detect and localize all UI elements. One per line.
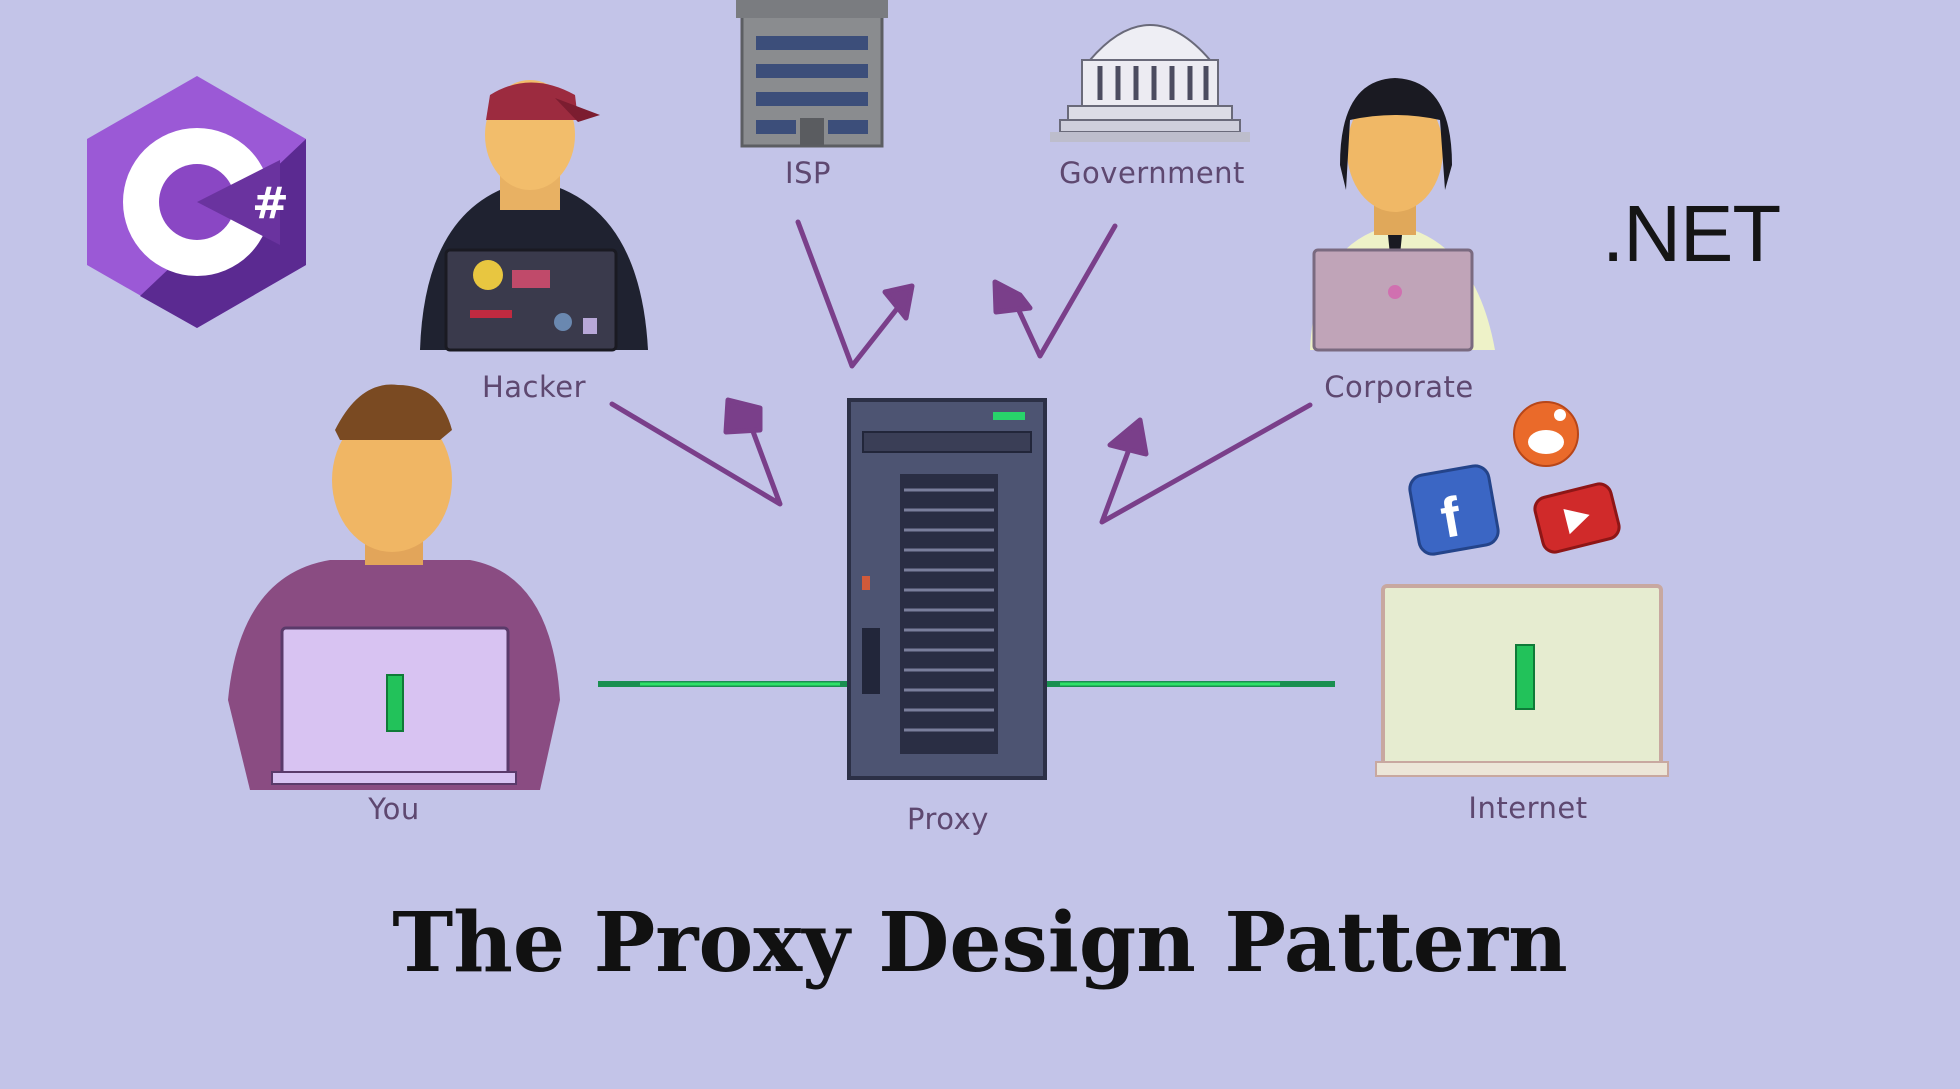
you-figure: [228, 384, 560, 790]
csharp-logo: #: [87, 76, 306, 328]
reddit-icon: [1513, 401, 1579, 467]
dotnet-logo: .NET: [1602, 189, 1781, 278]
government-arrow: [1012, 223, 1118, 359]
proxy-server: [847, 398, 1047, 780]
label-proxy: Proxy: [907, 802, 989, 836]
label-isp: ISP: [785, 156, 831, 190]
corporate-figure: [1310, 78, 1495, 352]
label-hacker: Hacker: [481, 370, 587, 404]
label-internet: Internet: [1468, 791, 1588, 825]
label-government: Government: [1059, 156, 1245, 190]
government-arrow-head: [992, 279, 1033, 315]
hacker-figure: [420, 80, 648, 352]
isp-arrow-head: [882, 283, 915, 321]
csharp-logo-hash: #: [252, 178, 289, 229]
government-capitol: [1050, 24, 1250, 142]
label-you: You: [368, 792, 420, 826]
hacker-arrow-head: [723, 397, 763, 435]
internet-laptop: [1375, 584, 1669, 777]
label-corporate: Corporate: [1324, 370, 1474, 404]
isp-building: [736, 0, 888, 148]
youtube-icon: [1533, 482, 1621, 554]
page-title: The Proxy Design Pattern: [392, 895, 1568, 991]
facebook-icon: f: [1408, 464, 1500, 556]
corporate-arrow-head: [1107, 417, 1149, 457]
